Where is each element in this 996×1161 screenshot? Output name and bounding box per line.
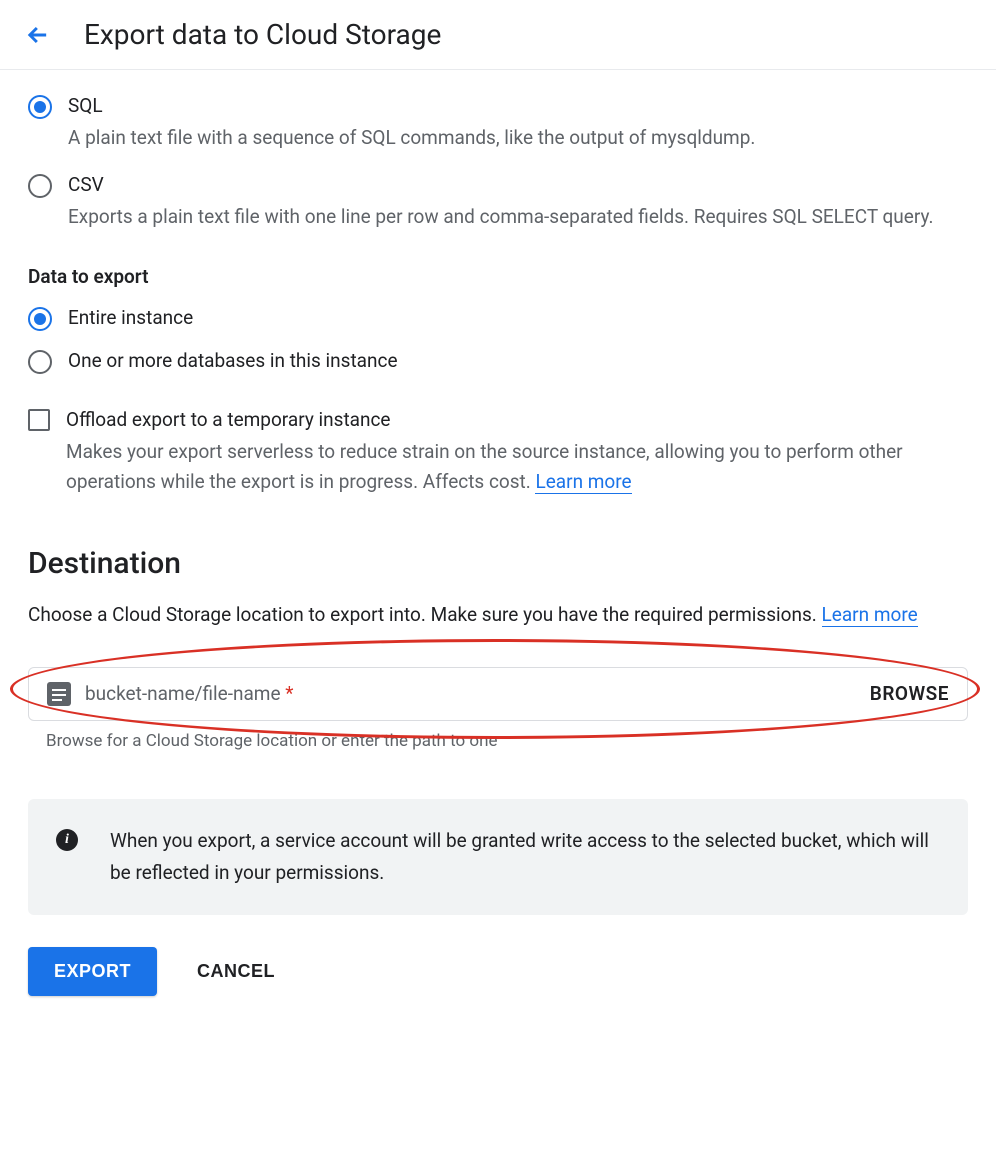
radio-icon[interactable]	[28, 174, 52, 198]
bucket-path-input[interactable]: bucket-name/file-name *	[85, 682, 856, 705]
scope-subset-label: One or more databases in this instance	[68, 349, 398, 372]
back-arrow-icon[interactable]	[24, 21, 52, 49]
format-option-csv[interactable]: CSV Exports a plain text file with one l…	[28, 173, 968, 232]
destination-learn-more-link[interactable]: Learn more	[822, 603, 918, 627]
cancel-button[interactable]: CANCEL	[197, 961, 275, 982]
export-button[interactable]: EXPORT	[28, 947, 157, 996]
file-icon	[47, 682, 71, 706]
bucket-path-input-row[interactable]: bucket-name/file-name * BROWSE	[28, 667, 968, 721]
info-text: When you export, a service account will …	[110, 825, 940, 890]
destination-heading: Destination	[28, 546, 968, 581]
browse-button[interactable]: BROWSE	[870, 682, 949, 705]
format-csv-desc: Exports a plain text file with one line …	[68, 202, 968, 232]
offload-desc: Makes your export serverless to reduce s…	[66, 437, 968, 498]
format-option-sql[interactable]: SQL A plain text file with a sequence of…	[28, 94, 968, 153]
info-box: i When you export, a service account wil…	[28, 799, 968, 916]
action-row: EXPORT CANCEL	[28, 947, 968, 996]
scope-option-subset[interactable]: One or more databases in this instance	[28, 349, 968, 378]
format-sql-desc: A plain text file with a sequence of SQL…	[68, 123, 968, 153]
checkbox-icon[interactable]	[28, 409, 50, 431]
page-title: Export data to Cloud Storage	[84, 18, 441, 51]
offload-option[interactable]: Offload export to a temporary instance M…	[28, 408, 968, 498]
page-header: Export data to Cloud Storage	[0, 0, 996, 70]
offload-learn-more-link[interactable]: Learn more	[535, 470, 631, 494]
destination-desc: Choose a Cloud Storage location to expor…	[28, 599, 968, 631]
offload-label: Offload export to a temporary instance	[66, 408, 968, 431]
bucket-path-helper: Browse for a Cloud Storage location or e…	[28, 731, 968, 751]
radio-icon[interactable]	[28, 307, 52, 331]
format-sql-label: SQL	[68, 94, 968, 117]
info-icon: i	[56, 829, 78, 851]
radio-icon[interactable]	[28, 350, 52, 374]
radio-icon[interactable]	[28, 95, 52, 119]
scope-option-entire[interactable]: Entire instance	[28, 306, 968, 335]
format-csv-label: CSV	[68, 173, 968, 196]
scope-entire-label: Entire instance	[68, 306, 193, 329]
data-to-export-heading: Data to export	[28, 265, 968, 288]
